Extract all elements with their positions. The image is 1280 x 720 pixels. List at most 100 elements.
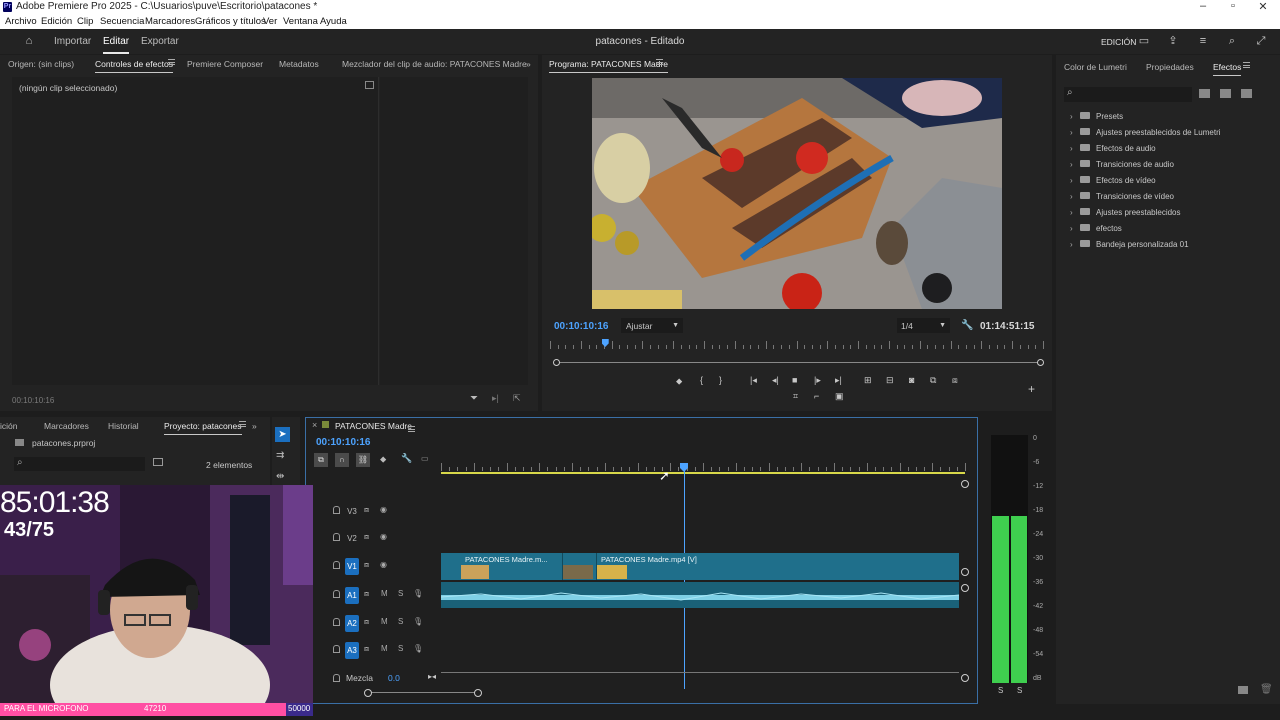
mute-button[interactable]: M [381,617,388,626]
safe-margins-icon[interactable]: ⌗ [793,391,798,402]
program-menu-icon[interactable] [656,59,663,65]
32bit-effects-icon[interactable] [1220,89,1231,98]
project-menu-icon[interactable] [239,421,246,427]
mute-button[interactable]: M [381,589,388,598]
ripple-edit-tool-icon[interactable]: ⇹ [276,471,284,482]
v-scroll-handle[interactable] [961,568,969,576]
timeline-playhead-line[interactable] [684,471,685,689]
tab-color-lumetri[interactable]: Color de Lumetri [1064,62,1127,72]
scroll-handle-left[interactable] [553,359,560,366]
lock-icon[interactable] [333,618,340,626]
tab-origen[interactable]: Origen: (sin clips) [8,59,74,69]
effects-folder-audio-transitions[interactable]: › Transiciones de audio [1070,160,1174,172]
fit-dropdown[interactable]: Ajustar ▼ [621,318,683,333]
captions-icon[interactable]: ▭ [421,454,429,463]
video-clip[interactable]: PATACONES Madre.mp4 [V] [597,553,959,580]
tab-programa[interactable]: Programa: PATACONES Madre [549,59,669,73]
video-clip[interactable] [563,553,597,580]
audio-waveform[interactable] [441,588,959,606]
panel-layout-icon[interactable]: ▭ [1137,34,1151,48]
microphone-icon[interactable]: 🎙 [413,589,423,598]
track-label-a3[interactable]: A3 [345,642,359,659]
resolution-dropdown[interactable]: 1/4 ▼ [897,318,950,333]
tab-premiere-composer[interactable]: Premiere Composer [187,59,263,69]
effects-folder-presets-custom[interactable]: › Ajustes preestablecidos [1070,208,1181,220]
track-label-a1[interactable]: A1 [345,587,359,604]
track-label-v3[interactable]: V3 [345,503,359,520]
tab-proyecto[interactable]: Proyecto: patacones [164,421,242,435]
add-marker-icon[interactable]: ⬥ [676,376,682,387]
fullscreen-icon[interactable]: ⤢ [1254,34,1268,48]
toggle-timeline-icon[interactable] [365,81,374,89]
snap-magnet-icon[interactable]: ∩ [335,453,349,467]
menu-ayuda[interactable]: Ayuda [320,16,347,27]
yuv-effects-icon[interactable] [1241,89,1252,98]
minimize-icon[interactable]: – [1188,0,1218,12]
tab-efectos[interactable]: Efectos [1213,62,1242,76]
mix-value[interactable]: 0.0 [388,673,400,683]
step-back-icon[interactable]: ◂| [772,375,779,386]
filter-icon[interactable]: ⏷ [470,393,478,404]
workspace-label[interactable]: EDICIÓN [1101,37,1136,47]
more-tabs-icon[interactable]: » [252,421,257,431]
track-select-tool-icon[interactable]: ⇉ [276,450,284,461]
sync-lock-icon[interactable]: ⧈ [364,589,369,599]
sync-lock-icon[interactable]: ⧈ [364,644,369,654]
menu-ver[interactable]: Ver [263,16,277,27]
snap-icon[interactable]: ⌐ [814,391,819,401]
menu-clip[interactable]: Clip [77,16,93,27]
vr-view-icon[interactable]: ▣ [835,391,844,402]
go-to-in-icon[interactable]: |◂ [750,375,757,386]
selection-tool-icon[interactable]: ➤ [275,427,290,442]
effects-folder-audio-effects[interactable]: › Efectos de audio [1070,144,1156,156]
effects-folder-lumetri[interactable]: › Ajustes preestablecidos de Lumetri [1070,128,1221,140]
timeline-settings-wrench-icon[interactable]: 🔧 [401,453,412,464]
solo-button[interactable]: S [398,617,403,626]
lock-icon[interactable] [333,561,340,569]
microphone-icon[interactable]: 🎙 [413,617,423,626]
solo-button[interactable]: S [398,589,403,598]
trash-icon[interactable]: 🗑 [1260,684,1273,695]
h-scroll-handle-right[interactable] [474,689,482,697]
program-scrollbar[interactable] [553,359,1044,366]
accelerated-effects-icon[interactable] [1199,89,1210,98]
track-label-a2[interactable]: A2 [345,615,359,632]
track-label-v2[interactable]: V2 [345,530,359,547]
add-button-icon[interactable]: + [1028,382,1035,396]
timeline-timecode[interactable]: 00:10:10:16 [316,437,370,448]
lock-icon[interactable] [333,645,340,653]
microphone-icon[interactable]: 🎙 [413,644,423,653]
program-time-ruler[interactable] [550,340,1044,350]
project-search-input[interactable]: ⌕ [14,457,145,471]
linked-selection-icon[interactable]: ⛓ [356,453,370,467]
tab-metadatos[interactable]: Metadatos [279,59,319,69]
export-frame-icon[interactable]: ⇱ [513,393,521,404]
effects-menu-icon[interactable] [1243,62,1250,68]
mark-out-icon[interactable]: } [719,375,722,385]
video-clip[interactable]: PATACONES Madre.m... [441,553,563,580]
meter-solo-left[interactable]: S [998,686,1003,695]
new-bin-icon[interactable] [153,458,163,466]
effects-folder-efectos[interactable]: › efectos [1070,224,1122,236]
comparison-view-icon[interactable]: ⧉ [930,375,936,386]
extract-icon[interactable]: ⊟ [886,375,894,386]
tab-propiedades[interactable]: Propiedades [1146,62,1194,72]
share-icon[interactable]: ⇪ [1166,34,1180,48]
search-icon[interactable]: ⌕ [1225,34,1239,48]
close-icon[interactable]: ✕ [1248,0,1278,13]
v-scroll-handle[interactable] [961,584,969,592]
camera-icon[interactable]: ◙ [909,375,914,385]
lock-icon[interactable] [333,674,340,682]
eye-icon[interactable]: ◉ [380,560,387,569]
menu-marcadores[interactable]: Marcadores [145,16,195,27]
work-area-bar[interactable] [441,472,965,474]
lift-icon[interactable]: ⊞ [864,375,872,386]
step-forward-icon[interactable]: |▸ [814,375,821,386]
track-label-v1[interactable]: V1 [345,558,359,575]
sync-lock-icon[interactable]: ⧈ [364,617,369,627]
solo-button[interactable]: S [398,644,403,653]
eye-icon[interactable]: ◉ [380,505,387,514]
panel-menu-icon[interactable] [168,59,175,65]
add-marker-icon[interactable]: ⬥ [380,454,386,465]
sync-lock-icon[interactable]: ⧈ [364,532,369,542]
